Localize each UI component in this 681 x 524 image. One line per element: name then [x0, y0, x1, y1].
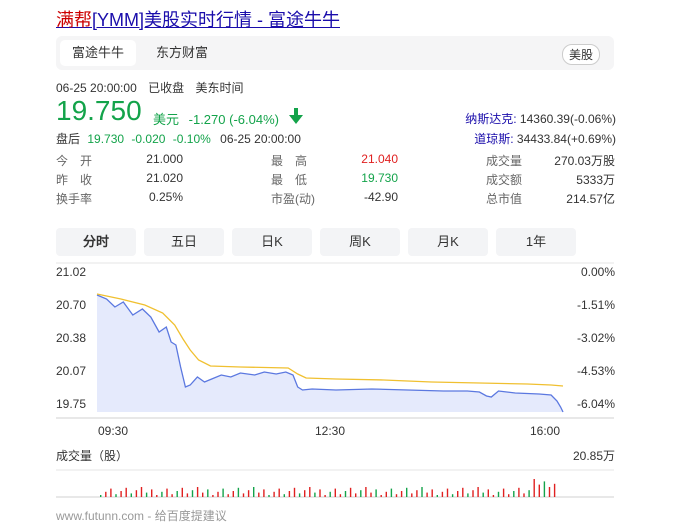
volume-bar: [130, 493, 132, 497]
volume-bar: [161, 491, 163, 497]
volume-bar: [222, 488, 224, 497]
volume-bar: [293, 487, 296, 497]
volume-bar: [416, 490, 418, 497]
volume-bar: [135, 490, 138, 497]
volume-bar: [151, 489, 153, 497]
volume-bar: [446, 488, 449, 497]
volume-bar: [105, 491, 107, 497]
volume-bar: [472, 490, 474, 497]
volume-bar: [492, 495, 495, 497]
volume-bar: [441, 491, 444, 497]
volume-bar: [431, 489, 433, 497]
volume-bar: [110, 488, 112, 497]
volume-bar: [502, 488, 505, 497]
volume-bar: [380, 495, 382, 497]
volume-bar: [115, 494, 117, 497]
volume-bar: [518, 487, 520, 497]
volume-bar: [298, 493, 301, 497]
volume-bar: [278, 488, 280, 497]
volume-bar: [140, 487, 143, 497]
volume-bar: [283, 494, 285, 497]
volume-bar: [288, 491, 291, 497]
x-tick: 12:30: [315, 424, 346, 438]
volume-bar: [497, 491, 500, 497]
volume-label: 成交量（股）: [56, 449, 129, 463]
volume-bar: [523, 493, 525, 497]
volume-bar: [400, 491, 403, 497]
volume-bar: [467, 493, 469, 497]
volume-bar: [375, 489, 377, 497]
volume-bar: [166, 488, 168, 497]
volume-bar: [462, 487, 464, 497]
volume-bar: [212, 495, 214, 497]
volume-bar: [457, 491, 459, 497]
volume-bar: [426, 492, 428, 497]
x-tick: 09:30: [98, 424, 129, 438]
volume-bar: [176, 491, 178, 497]
volume-bar: [360, 490, 362, 497]
volume-bar: [533, 479, 535, 497]
volume-bar: [339, 494, 342, 497]
volume-bar: [538, 484, 540, 497]
volume-bar: [390, 488, 393, 497]
volume-bar: [451, 494, 454, 497]
volume-bar: [171, 494, 173, 497]
volume-bar: [156, 495, 158, 497]
volume-bar: [253, 487, 255, 497]
price-area: [97, 295, 563, 412]
volume-bar: [421, 487, 423, 497]
volume-bar: [528, 490, 530, 497]
volume-bar: [334, 488, 336, 497]
volume-bar: [196, 487, 199, 497]
volume-bar: [186, 493, 189, 497]
volume-bar: [242, 493, 245, 497]
volume-bar: [508, 494, 510, 497]
volume-bar: [247, 490, 250, 497]
volume-bar: [120, 491, 122, 497]
volume-bar: [319, 489, 321, 497]
volume-bar: [395, 494, 398, 497]
volume-bar: [329, 491, 331, 497]
volume-bar: [309, 487, 311, 497]
volume-bar: [232, 491, 234, 497]
volume-bar: [237, 487, 240, 497]
volume-bar: [258, 492, 260, 497]
volume-bar: [543, 481, 546, 497]
volume-bar: [487, 489, 489, 497]
volume-bar: [304, 490, 306, 497]
volume-bar: [406, 487, 408, 497]
volume-bar: [355, 493, 357, 497]
volume-bar: [145, 492, 148, 497]
volume-bar: [273, 491, 275, 497]
volume-bar: [365, 487, 367, 497]
volume-bar: [207, 489, 209, 497]
x-tick: 16:00: [530, 424, 561, 438]
volume-bar: [477, 487, 479, 497]
volume-bar: [227, 494, 229, 497]
volume-max: 20.85万: [572, 449, 615, 463]
volume-bar: [344, 491, 347, 497]
volume-bar: [324, 495, 326, 497]
volume-bar: [385, 491, 387, 497]
volume-bar: [263, 489, 265, 497]
intraday-chart[interactable]: [0, 0, 681, 516]
volume-bar: [202, 492, 204, 497]
volume-bar: [217, 491, 219, 497]
volume-bar: [349, 487, 352, 497]
volume-bar: [191, 490, 194, 497]
volume-bar: [436, 495, 438, 497]
volume-bar: [125, 487, 127, 497]
volume-bar: [370, 492, 372, 497]
volume-bar: [268, 495, 270, 497]
volume-bar: [548, 487, 551, 497]
volume-bar: [513, 491, 515, 497]
volume-bar: [482, 492, 484, 497]
volume-bar: [553, 483, 556, 497]
volume-bar: [181, 487, 183, 497]
volume-bar: [411, 493, 413, 497]
volume-bar: [100, 495, 102, 497]
volume-bar: [314, 492, 316, 497]
